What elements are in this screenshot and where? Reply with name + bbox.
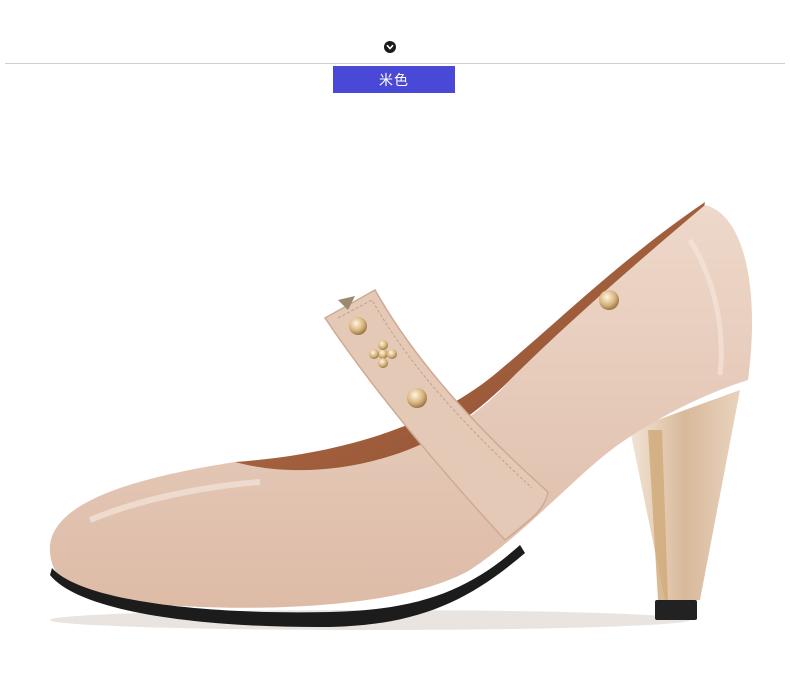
color-tag: 米色 (333, 66, 455, 93)
chevron-down-icon[interactable] (384, 41, 396, 53)
header-divider (5, 63, 785, 64)
color-tag-label: 米色 (379, 72, 409, 89)
product-image-shoe (49, 202, 753, 630)
